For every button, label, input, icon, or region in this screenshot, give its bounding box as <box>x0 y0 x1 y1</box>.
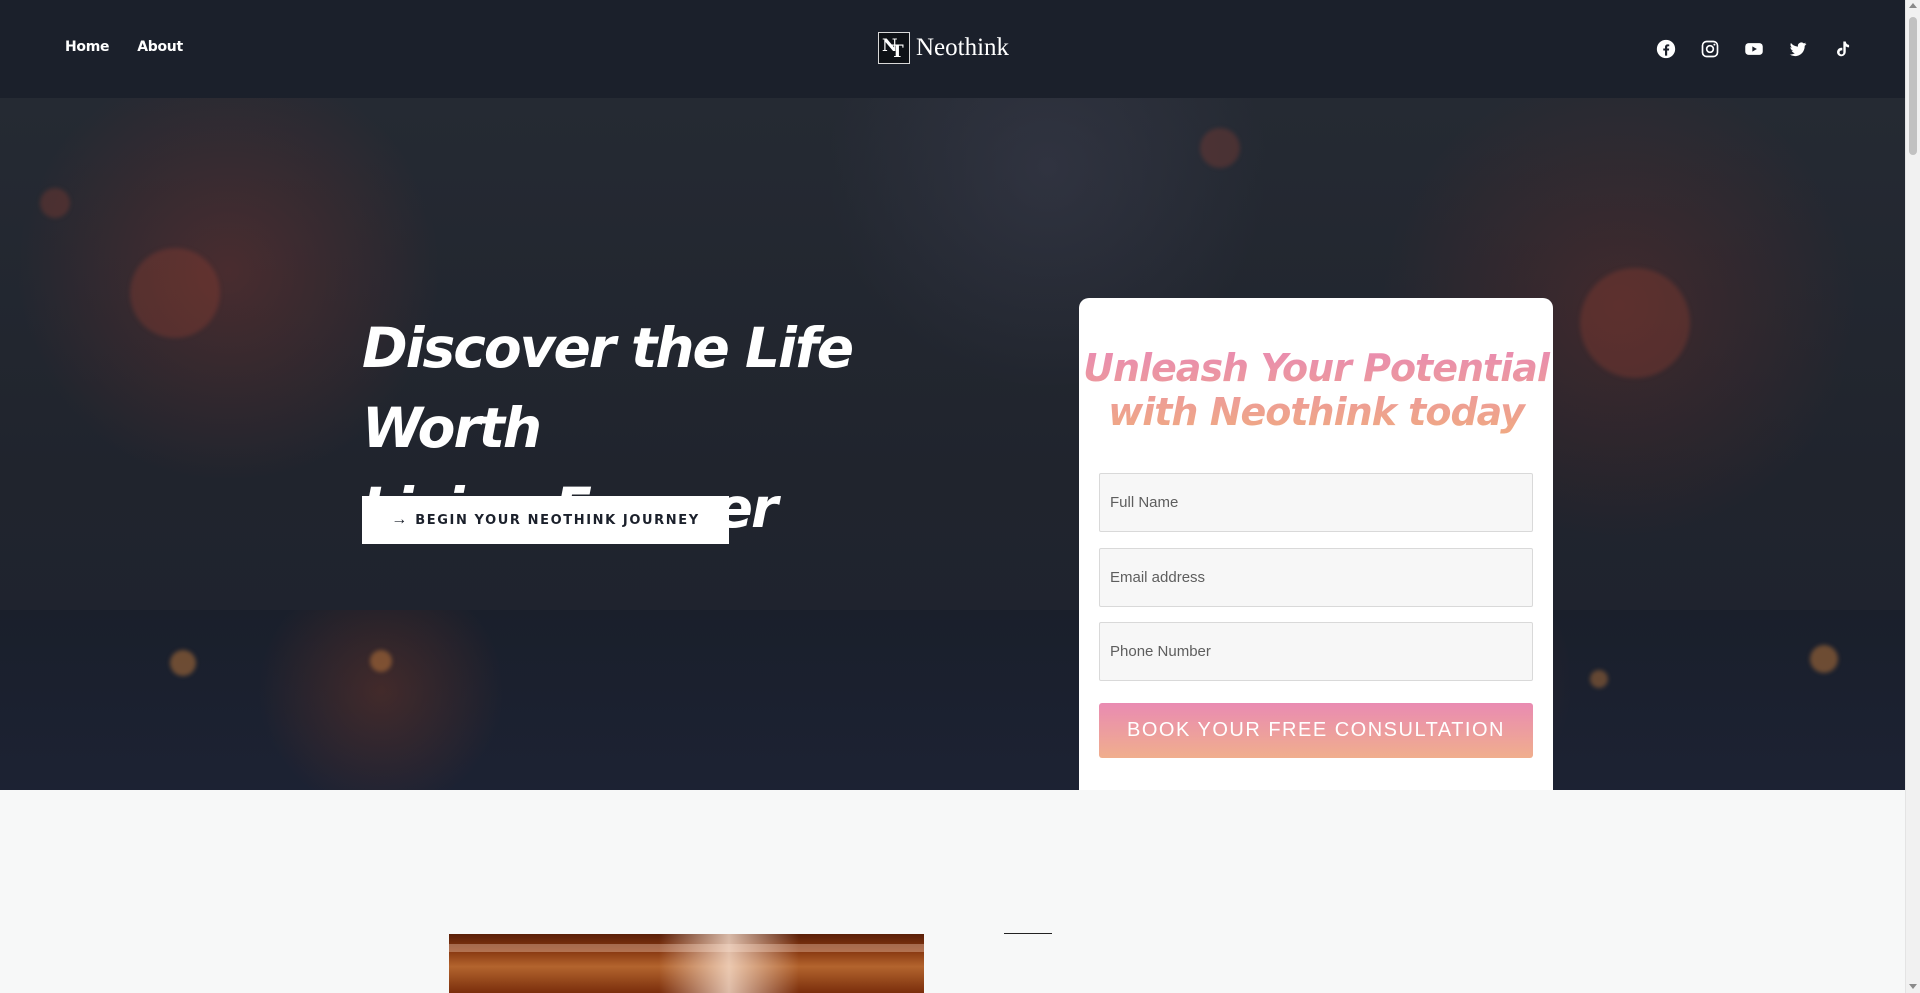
bokeh-light <box>1200 128 1240 168</box>
consultation-form-card: Unleash Your Potential with Neothink tod… <box>1079 298 1553 790</box>
bokeh-light <box>370 650 392 672</box>
bokeh-light <box>1580 268 1690 378</box>
hero-title-line-1: Discover the Life Worth <box>362 316 854 460</box>
facebook-icon[interactable] <box>1656 39 1676 59</box>
brand-name: Neothink <box>916 34 1010 61</box>
tiktok-icon[interactable] <box>1832 39 1852 59</box>
logo-mark-letter-t: T <box>891 42 904 62</box>
hero-section: Discover the Life Worth Living Forever →… <box>0 98 1905 790</box>
about-section <box>0 790 1905 993</box>
nav-about-link[interactable]: About <box>137 39 183 55</box>
main-nav: Home About <box>65 39 183 55</box>
hero-lower-band <box>0 610 1905 790</box>
social-links <box>1656 39 1852 59</box>
bokeh-light <box>130 248 220 338</box>
twitter-icon[interactable] <box>1788 39 1808 59</box>
site-header: Home About N T Neothink <box>0 0 1905 98</box>
form-title-line-1: Unleash Your Potential <box>1083 346 1549 390</box>
scroll-thumb[interactable] <box>1909 17 1917 155</box>
bokeh-light <box>170 650 196 676</box>
form-title: Unleash Your Potential with Neothink tod… <box>1079 346 1553 434</box>
photo-highlight <box>659 934 799 993</box>
about-photo <box>449 934 924 993</box>
section-divider <box>1004 933 1052 934</box>
bokeh-light <box>1810 645 1838 673</box>
youtube-icon[interactable] <box>1744 39 1764 59</box>
full-name-input[interactable] <box>1099 473 1533 532</box>
form-title-line-2: with Neothink today <box>1108 390 1524 434</box>
site-logo[interactable]: N T Neothink <box>878 32 1009 64</box>
book-consultation-button[interactable]: BOOK YOUR FREE CONSULTATION <box>1099 703 1533 758</box>
begin-journey-button[interactable]: → BEGIN YOUR NEOTHINK JOURNEY <box>362 496 729 544</box>
bokeh-light <box>40 188 70 218</box>
nav-home-link[interactable]: Home <box>65 39 110 55</box>
begin-journey-label: BEGIN YOUR NEOTHINK JOURNEY <box>415 512 700 528</box>
arrow-right-icon: → <box>391 511 408 528</box>
scroll-down-icon[interactable] <box>1909 984 1917 989</box>
phone-number-input[interactable] <box>1099 622 1533 681</box>
bokeh-light <box>1590 670 1608 688</box>
email-input[interactable] <box>1099 548 1533 607</box>
page-scrollbar[interactable] <box>1905 0 1920 993</box>
logo-mark-icon: N T <box>878 32 910 64</box>
scroll-up-icon[interactable] <box>1909 3 1917 8</box>
instagram-icon[interactable] <box>1700 39 1720 59</box>
